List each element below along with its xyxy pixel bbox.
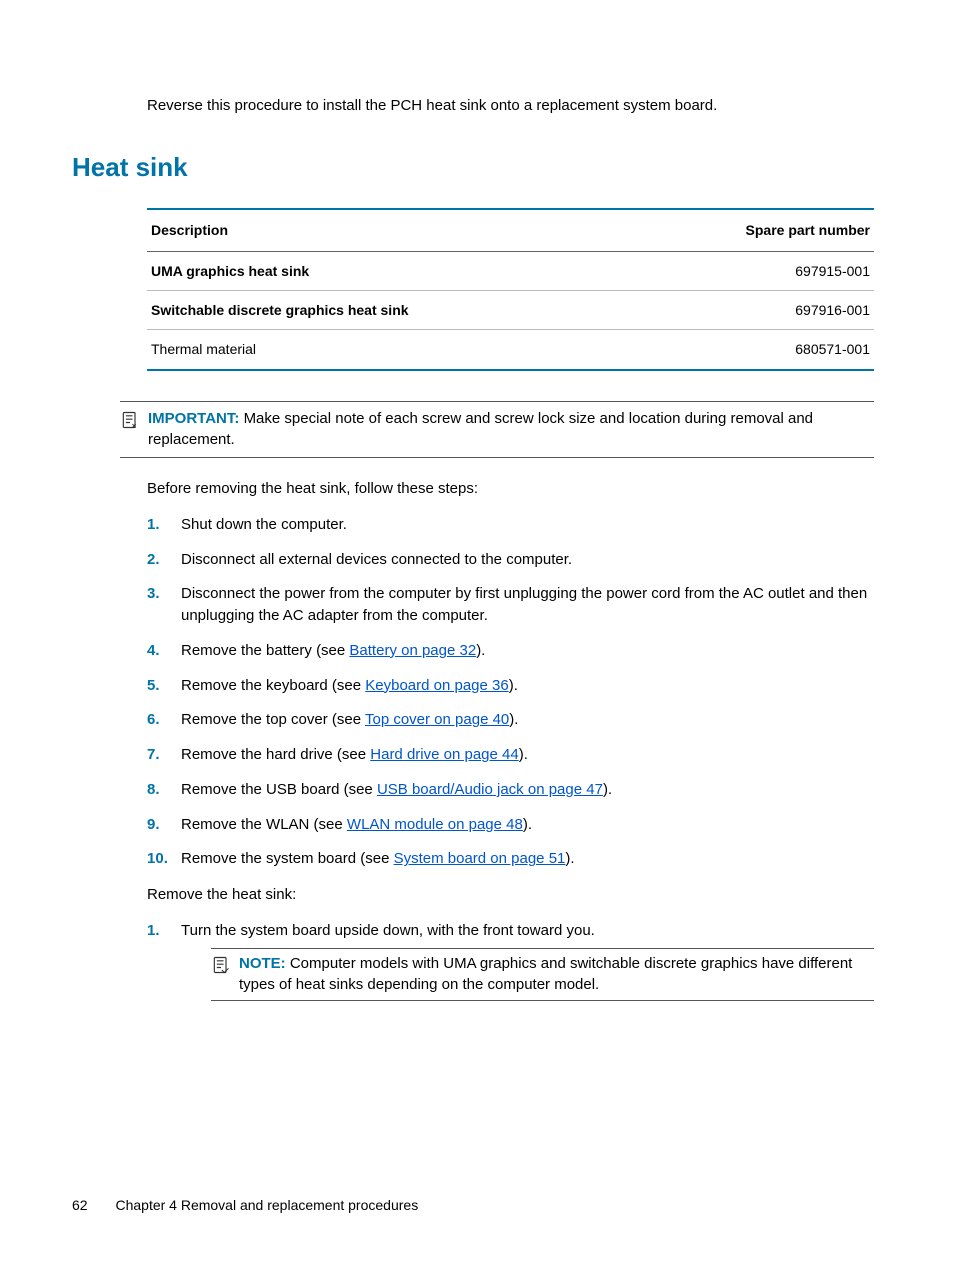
- remove-heatsink-text: Remove the heat sink:: [147, 884, 874, 906]
- list-item: Disconnect the power from the computer b…: [147, 583, 874, 627]
- table-cell-description: Switchable discrete graphics heat sink: [147, 291, 632, 330]
- step-text: Remove the top cover (see: [181, 711, 365, 728]
- step-text-post: ).: [476, 642, 485, 659]
- before-removing-text: Before removing the heat sink, follow th…: [147, 478, 874, 500]
- cross-reference-link[interactable]: Keyboard on page 36: [365, 677, 508, 694]
- step-text: Remove the USB board (see: [181, 781, 377, 798]
- cross-reference-link[interactable]: System board on page 51: [394, 850, 566, 867]
- intro-text: Reverse this procedure to install the PC…: [147, 95, 874, 117]
- table-cell-description: UMA graphics heat sink: [147, 251, 632, 290]
- step-text-post: ).: [509, 677, 518, 694]
- parts-table: Description Spare part number UMA graphi…: [147, 208, 874, 370]
- step-text-post: ).: [565, 850, 574, 867]
- step-text-post: ).: [523, 816, 532, 833]
- table-cell-partnumber: 680571-001: [632, 330, 874, 370]
- cross-reference-link[interactable]: USB board/Audio jack on page 47: [377, 781, 603, 798]
- section-heading: Heat sink: [72, 149, 874, 187]
- note-label: NOTE:: [239, 955, 286, 972]
- list-item: Remove the hard drive (see Hard drive on…: [147, 744, 874, 766]
- list-item: Remove the battery (see Battery on page …: [147, 640, 874, 662]
- step-text: Turn the system board upside down, with …: [181, 922, 595, 939]
- important-text: Make special note of each screw and scre…: [148, 410, 813, 449]
- step-text-post: ).: [603, 781, 612, 798]
- list-item: Remove the USB board (see USB board/Audi…: [147, 779, 874, 801]
- step-text-post: ).: [519, 746, 528, 763]
- table-header-description: Description: [147, 209, 632, 251]
- page-footer: 62 Chapter 4 Removal and replacement pro…: [72, 1195, 418, 1215]
- list-item: Remove the WLAN (see WLAN module on page…: [147, 814, 874, 836]
- table-cell-partnumber: 697916-001: [632, 291, 874, 330]
- list-item: Remove the keyboard (see Keyboard on pag…: [147, 675, 874, 697]
- step-text: Remove the hard drive (see: [181, 746, 370, 763]
- remove-steps-list: Turn the system board upside down, with …: [147, 920, 874, 1001]
- list-item: Shut down the computer.: [147, 514, 874, 536]
- important-callout: IMPORTANT: Make special note of each scr…: [120, 401, 874, 459]
- table-cell-description: Thermal material: [147, 330, 632, 370]
- table-row: Switchable discrete graphics heat sink69…: [147, 291, 874, 330]
- step-text: Remove the keyboard (see: [181, 677, 365, 694]
- important-label: IMPORTANT:: [148, 410, 239, 427]
- note-callout: NOTE: Computer models with UMA graphics …: [211, 948, 874, 1002]
- table-row: UMA graphics heat sink697915-001: [147, 251, 874, 290]
- list-item: Turn the system board upside down, with …: [147, 920, 874, 1001]
- note-icon: [211, 953, 239, 997]
- step-text: Disconnect the power from the computer b…: [181, 585, 867, 624]
- list-item: Remove the top cover (see Top cover on p…: [147, 709, 874, 731]
- list-item: Remove the system board (see System boar…: [147, 848, 874, 870]
- step-text: Remove the system board (see: [181, 850, 394, 867]
- important-icon: [120, 408, 148, 452]
- document-page: Reverse this procedure to install the PC…: [0, 0, 954, 1270]
- step-text: Shut down the computer.: [181, 516, 347, 533]
- table-header-partnumber: Spare part number: [632, 209, 874, 251]
- table-cell-partnumber: 697915-001: [632, 251, 874, 290]
- cross-reference-link[interactable]: WLAN module on page 48: [347, 816, 523, 833]
- cross-reference-link[interactable]: Hard drive on page 44: [370, 746, 518, 763]
- note-text: Computer models with UMA graphics and sw…: [239, 955, 852, 994]
- list-item: Disconnect all external devices connecte…: [147, 549, 874, 571]
- step-text: Disconnect all external devices connecte…: [181, 551, 572, 568]
- page-number: 62: [72, 1197, 88, 1213]
- step-text: Remove the WLAN (see: [181, 816, 347, 833]
- step-text: Remove the battery (see: [181, 642, 349, 659]
- step-text-post: ).: [509, 711, 518, 728]
- table-row: Thermal material680571-001: [147, 330, 874, 370]
- cross-reference-link[interactable]: Top cover on page 40: [365, 711, 509, 728]
- cross-reference-link[interactable]: Battery on page 32: [349, 642, 476, 659]
- chapter-label: Chapter 4 Removal and replacement proced…: [115, 1197, 418, 1213]
- prep-steps-list: Shut down the computer. Disconnect all ex…: [147, 514, 874, 870]
